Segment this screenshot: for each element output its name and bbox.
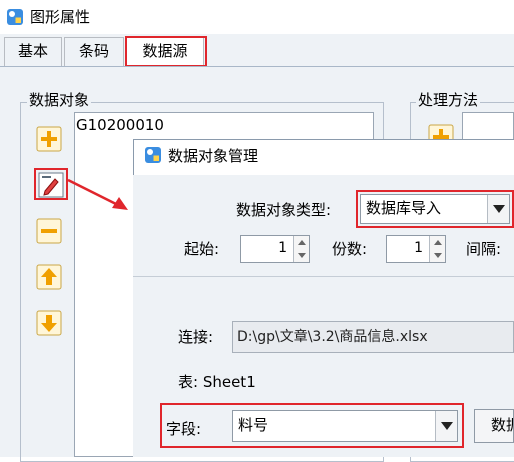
start-stepper[interactable] <box>293 236 309 262</box>
processing-group-label: 处理方法 <box>416 91 481 109</box>
window-title: 图形属性 <box>30 8 91 26</box>
app-shapes-icon <box>145 147 161 163</box>
connection-label: 连接: <box>178 328 214 346</box>
start-value: 1 <box>278 240 287 256</box>
connection-field[interactable]: D:\gp\文章\3.2\商品信息.xlsx <box>232 321 514 353</box>
tab-data-source-highlight <box>125 36 207 67</box>
copies-value: 1 <box>414 240 423 256</box>
move-up-icon[interactable] <box>36 264 62 290</box>
chevron-down-icon[interactable] <box>298 253 306 258</box>
field-row-highlight <box>160 403 464 448</box>
dialog-title: 数据对象管理 <box>168 147 259 165</box>
remove-icon[interactable] <box>36 218 62 244</box>
chevron-down-icon[interactable] <box>434 253 442 258</box>
chevron-up-icon[interactable] <box>298 240 306 245</box>
type-label: 数据对象类型: <box>236 201 332 219</box>
list-item[interactable]: G10200010 <box>76 115 164 135</box>
type-select-highlight <box>356 190 514 228</box>
add-icon[interactable] <box>36 126 62 152</box>
interval-label: 间隔: <box>466 240 502 258</box>
start-spinner[interactable]: 1 <box>240 235 310 263</box>
dialog-divider <box>133 276 514 277</box>
pointer-arrow-icon <box>67 178 128 210</box>
start-label: 起始: <box>184 240 220 258</box>
edit-button-highlight <box>34 168 68 200</box>
app-shapes-icon <box>7 9 23 25</box>
chevron-up-icon[interactable] <box>434 240 442 245</box>
tab-basic[interactable]: 基本 <box>4 37 62 66</box>
data-object-group-label: 数据对象 <box>27 91 92 109</box>
data-button[interactable]: 数据 <box>474 409 514 443</box>
table-label: 表: Sheet1 <box>178 373 256 391</box>
tab-barcode[interactable]: 条码 <box>64 37 124 66</box>
copies-spinner[interactable]: 1 <box>386 235 446 263</box>
move-down-icon[interactable] <box>36 310 62 336</box>
copies-label: 份数: <box>332 240 368 258</box>
copies-stepper[interactable] <box>429 236 445 262</box>
